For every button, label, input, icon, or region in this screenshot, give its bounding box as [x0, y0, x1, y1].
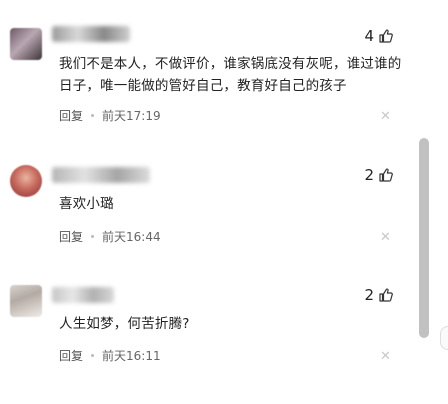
- side-panel-handle[interactable]: [440, 326, 448, 350]
- comment-meta: 回复 前天16:11: [59, 347, 161, 364]
- vertical-scrollbar-thumb[interactable]: [419, 138, 429, 338]
- close-icon[interactable]: ✕: [380, 231, 391, 244]
- comment-item: 4 我们不是本人，不做评价，谁家锅底没有灰呢，谁过谁的日子，唯一能做的管好自己，…: [0, 0, 410, 123]
- like-button[interactable]: 2: [364, 286, 394, 304]
- comment-meta: 回复 前天17:19: [59, 107, 161, 124]
- thumbs-up-icon: [379, 288, 393, 302]
- timestamp: 前天16:11: [102, 349, 161, 363]
- like-count: 2: [364, 166, 374, 184]
- comment-text: 我们不是本人，不做评价，谁家锅底没有灰呢，谁过谁的日子，唯一能做的管好自己，教育…: [59, 56, 402, 94]
- username-blurred[interactable]: [52, 167, 150, 183]
- close-icon[interactable]: ✕: [380, 110, 391, 123]
- username-blurred[interactable]: [52, 287, 114, 303]
- timestamp: 前天17:19: [102, 109, 161, 123]
- avatar[interactable]: [10, 165, 42, 197]
- reply-button[interactable]: 回复: [59, 107, 83, 124]
- username-blurred[interactable]: [52, 26, 130, 42]
- reply-button[interactable]: 回复: [59, 347, 83, 364]
- meta-separator: [91, 114, 95, 117]
- like-count: 4: [364, 27, 374, 45]
- thumbs-up-icon: [379, 168, 393, 182]
- comment-item: 2 喜欢小璐 回复 前天16:44 ✕: [0, 137, 410, 247]
- like-button[interactable]: 2: [364, 166, 394, 184]
- avatar[interactable]: [10, 28, 42, 60]
- reply-button[interactable]: 回复: [59, 228, 83, 245]
- avatar[interactable]: [10, 285, 42, 317]
- timestamp: 前天16:44: [102, 230, 161, 244]
- like-button[interactable]: 4: [364, 27, 394, 45]
- comment-item: 2 人生如梦，何苦折腾? 回复 前天16:11 ✕: [0, 258, 410, 368]
- thumbs-up-icon: [379, 29, 393, 43]
- like-count: 2: [364, 286, 374, 304]
- meta-separator: [91, 354, 95, 357]
- close-icon[interactable]: ✕: [380, 350, 391, 363]
- comment-text: 人生如梦，何苦折腾?: [59, 316, 190, 332]
- comment-text: 喜欢小璐: [59, 196, 114, 212]
- comment-meta: 回复 前天16:44: [59, 228, 161, 245]
- meta-separator: [91, 235, 95, 238]
